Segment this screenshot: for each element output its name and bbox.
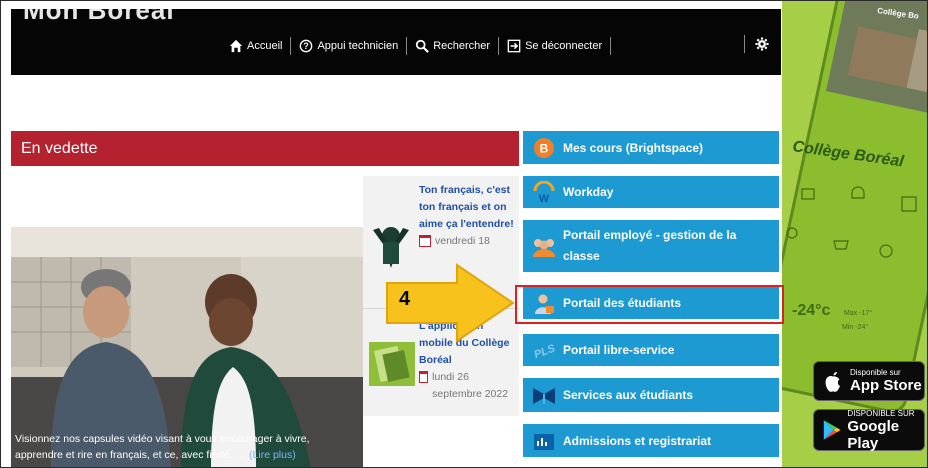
google-play-button[interactable]: DISPONIBLE SUR Google Play	[813, 409, 925, 452]
highlight-box	[515, 285, 784, 324]
app-screenshot-icon	[369, 342, 415, 386]
news-item-2-date: lundi 26 septembre 2022	[432, 371, 509, 400]
nav-divider	[610, 37, 612, 55]
home-icon	[229, 39, 243, 53]
news-item-2-thumbnail[interactable]	[369, 342, 415, 391]
app-store-text: Disponible sur App Store	[850, 368, 922, 394]
svg-text:W: W	[539, 193, 550, 203]
tile-mes-cours-brightspace[interactable]: B Mes cours (Brightspace)	[523, 131, 779, 164]
brightspace-icon: B	[534, 137, 554, 158]
tile-portail-employe[interactable]: Portail employé - gestion de la classe	[523, 220, 779, 272]
apple-icon	[825, 372, 840, 392]
app-store-big-text: App Store	[850, 377, 922, 394]
settings-area	[744, 35, 769, 53]
google-play-small-text: DISPONIBLE SUR	[847, 408, 915, 418]
svg-text:PLS: PLS	[533, 342, 557, 361]
workday-icon: W	[533, 181, 555, 203]
news-item-1-title[interactable]: Ton français, c'est ton français et on a…	[419, 182, 515, 233]
featured-caption: Visionnez nos capsules vidéo visant à vo…	[15, 431, 359, 463]
employees-icon	[533, 239, 555, 257]
screenshot-frame: Mon Boréal Accueil ? Appui technicien Re…	[0, 0, 928, 468]
tile-workday-label: Workday	[563, 185, 614, 199]
tile-mes-cours-label: Mes cours (Brightspace)	[563, 140, 704, 155]
nav-divider	[498, 37, 500, 55]
tile-services-etudiants[interactable]: Services aux étudiants	[523, 378, 779, 412]
tile-portail-employe-label: Portail employé - gestion de la classe	[563, 228, 737, 263]
pls-icon: PLS	[533, 342, 557, 361]
nav-accueil-link[interactable]: Accueil	[229, 39, 282, 53]
tile-portail-libre-service-label: Portail libre-service	[563, 343, 675, 357]
search-icon	[416, 39, 430, 53]
admissions-icon	[534, 433, 554, 450]
help-circle-icon: ?	[300, 39, 313, 53]
main-nav: Accueil ? Appui technicien Rechercher Se…	[229, 37, 619, 55]
news-item-2-date-row: lundi 26 septembre 2022	[419, 369, 515, 403]
google-play-big-text: Google Play	[847, 417, 900, 452]
nav-accueil-label: Accueil	[247, 40, 283, 52]
tile-admissions-label: Admissions et registrariat	[563, 433, 712, 448]
tile-services-etudiants-label: Services aux étudiants	[563, 388, 694, 402]
nav-deconnecter-link[interactable]: Se déconnecter	[507, 39, 602, 53]
phone-weather-min: Min -24°	[842, 323, 868, 331]
calendar-icon	[419, 371, 429, 383]
tile-admissions-registrariat[interactable]: Admissions et registrariat	[523, 424, 779, 457]
tile-workday[interactable]: W Workday	[523, 176, 779, 208]
read-more-link[interactable]: (Lire plus)	[249, 449, 296, 461]
phone-weather-max: Max -17°	[844, 309, 872, 317]
services-icon	[533, 388, 555, 404]
news-item-1-date-row: vendredi 18	[419, 233, 515, 250]
nav-appui-label: Appui technicien	[317, 40, 399, 52]
nav-divider	[290, 37, 292, 55]
nav-deconnecter-label: Se déconnecter	[525, 40, 603, 52]
news-item-1[interactable]: Ton français, c'est ton français et on a…	[419, 182, 515, 250]
featured-video-thumbnail[interactable]: Visionnez nos capsules vidéo visant à vo…	[11, 227, 363, 467]
nav-rechercher-label: Rechercher	[433, 40, 491, 52]
calendar-icon	[419, 235, 431, 247]
nav-divider	[406, 37, 408, 55]
svg-text:B: B	[540, 141, 549, 155]
featured-section-header: En vedette	[11, 131, 519, 166]
step-number: 4	[399, 288, 411, 310]
news-item-1-date: vendredi 18	[435, 235, 490, 247]
gear-icon[interactable]	[755, 37, 769, 51]
svg-text:?: ?	[304, 41, 309, 51]
app-store-small-text: Disponible sur	[850, 368, 901, 377]
google-play-text: DISPONIBLE SUR Google Play	[847, 409, 924, 452]
app-store-button[interactable]: Disponible sur App Store	[813, 361, 925, 401]
nav-rechercher-link[interactable]: Rechercher	[415, 39, 490, 53]
logout-icon	[507, 39, 521, 53]
nav-appui-technicien-link[interactable]: ? Appui technicien	[299, 39, 398, 53]
google-play-icon	[823, 420, 841, 440]
top-navigation-bar: Mon Boréal Accueil ? Appui technicien Re…	[11, 1, 781, 75]
tile-portail-libre-service[interactable]: PLS Portail libre-service	[523, 334, 779, 366]
nav-divider	[744, 35, 745, 53]
site-logo[interactable]: Mon Boréal	[23, 1, 175, 26]
phone-temperature: -24°c	[792, 302, 831, 319]
